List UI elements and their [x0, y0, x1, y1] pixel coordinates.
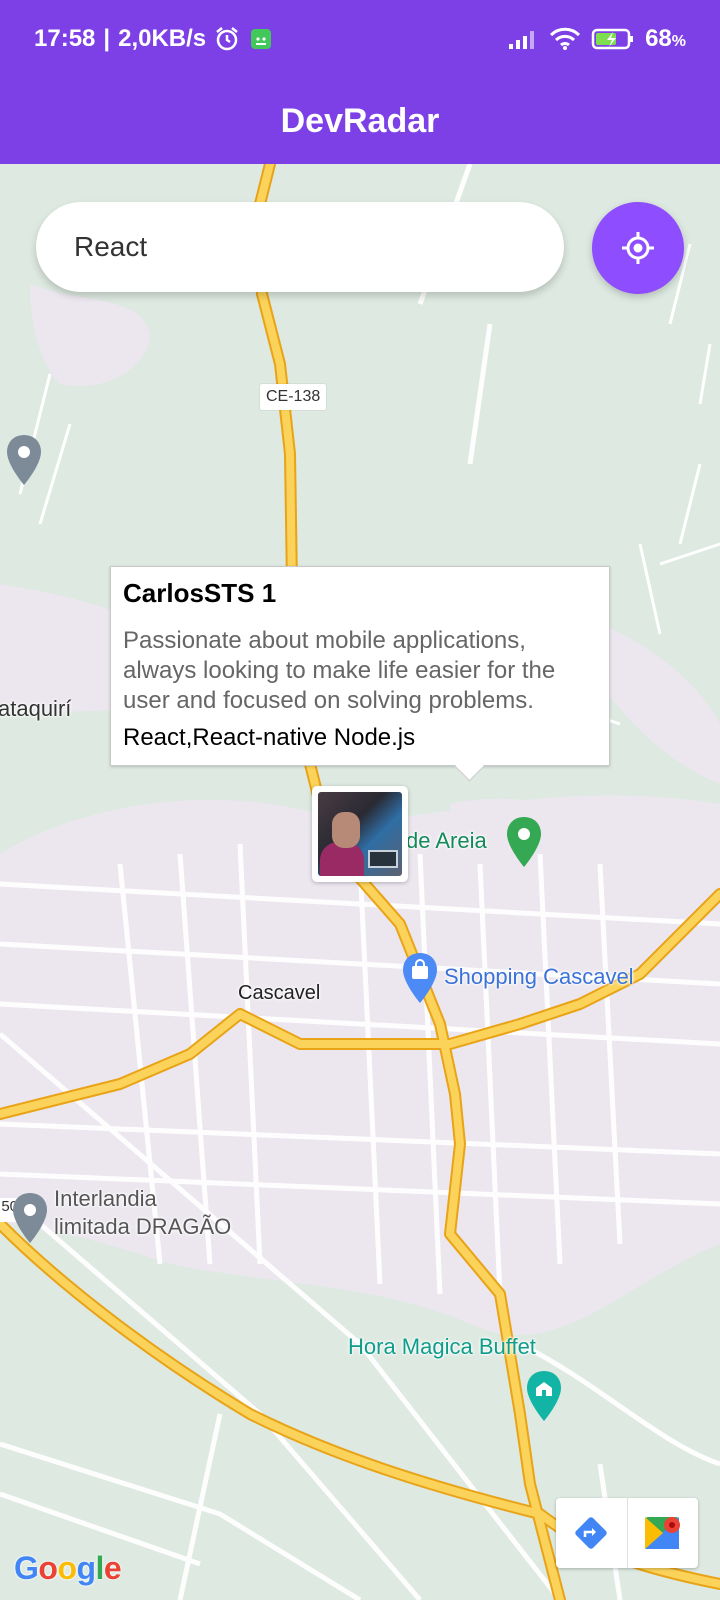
locate-button[interactable]: [592, 202, 684, 294]
search-input[interactable]: [74, 231, 526, 263]
dev-avatar-marker[interactable]: [312, 786, 408, 882]
network-speed: 2,0KB/s: [118, 25, 207, 52]
directions-button[interactable]: [556, 1498, 627, 1568]
avatar: [318, 792, 402, 876]
status-right: 68%: [507, 25, 686, 53]
map-background: [0, 164, 720, 1600]
poi-pin-green-icon[interactable]: [506, 816, 542, 873]
map-label-hora-magica-buffet[interactable]: Hora Magica Buffet: [348, 1334, 536, 1360]
status-time: 17:58: [34, 25, 96, 52]
map-view[interactable]: CE-138 50 ataquirí de Areia Shopping Cas…: [0, 164, 720, 1600]
android-notification-icon: [248, 26, 274, 52]
app-bar: DevRadar: [0, 78, 720, 164]
google-logo: Google: [14, 1550, 122, 1586]
directions-icon: [573, 1515, 609, 1551]
battery-charging-icon: [591, 27, 635, 51]
avatar-laptop-shape: [368, 850, 398, 868]
signal-icon: [507, 28, 539, 50]
shopping-bag-pin-icon[interactable]: [402, 952, 438, 1009]
alarm-icon: [214, 26, 240, 52]
app-title: DevRadar: [280, 101, 440, 140]
dev-callout[interactable]: CarlosSTS 1 Passionate about mobile appl…: [110, 566, 610, 766]
map-label-cascavel: Cascavel: [238, 982, 321, 1004]
dev-name: CarlosSTS 1: [123, 578, 277, 608]
poi-pin-gray-interlandia-icon[interactable]: [12, 1192, 48, 1249]
map-label-interlandia-2[interactable]: limitada DRAGÃO: [54, 1214, 231, 1240]
wifi-icon: [549, 27, 581, 51]
avatar-face-shape: [332, 812, 360, 848]
search-box[interactable]: [36, 202, 564, 292]
road-shield-ce138: CE-138: [260, 384, 327, 410]
google-maps-icon: [643, 1513, 683, 1553]
dev-techs: React,React-native Node.js: [123, 723, 416, 751]
buffet-pin-icon[interactable]: [526, 1370, 562, 1427]
map-label-taquiri: ataquirí: [0, 696, 72, 721]
status-separator: |: [103, 25, 111, 52]
dev-bio: Passionate about mobile applications, al…: [123, 626, 556, 714]
map-label-shopping-cascavel[interactable]: Shopping Cascavel: [444, 964, 634, 990]
battery-percentage: 68%: [645, 25, 686, 52]
map-label-interlandia-1[interactable]: Interlandia: [54, 1186, 157, 1212]
my-location-icon: [621, 231, 655, 265]
open-google-maps-button[interactable]: [626, 1498, 699, 1568]
status-bar: 17:58 | 2,0KB/s 68%: [0, 0, 720, 78]
map-toolbar: [556, 1498, 698, 1568]
poi-pin-gray-icon[interactable]: [6, 434, 42, 491]
map-label-de-areia: de Areia: [406, 828, 487, 853]
status-left: 17:58 | 2,0KB/s: [34, 25, 274, 53]
